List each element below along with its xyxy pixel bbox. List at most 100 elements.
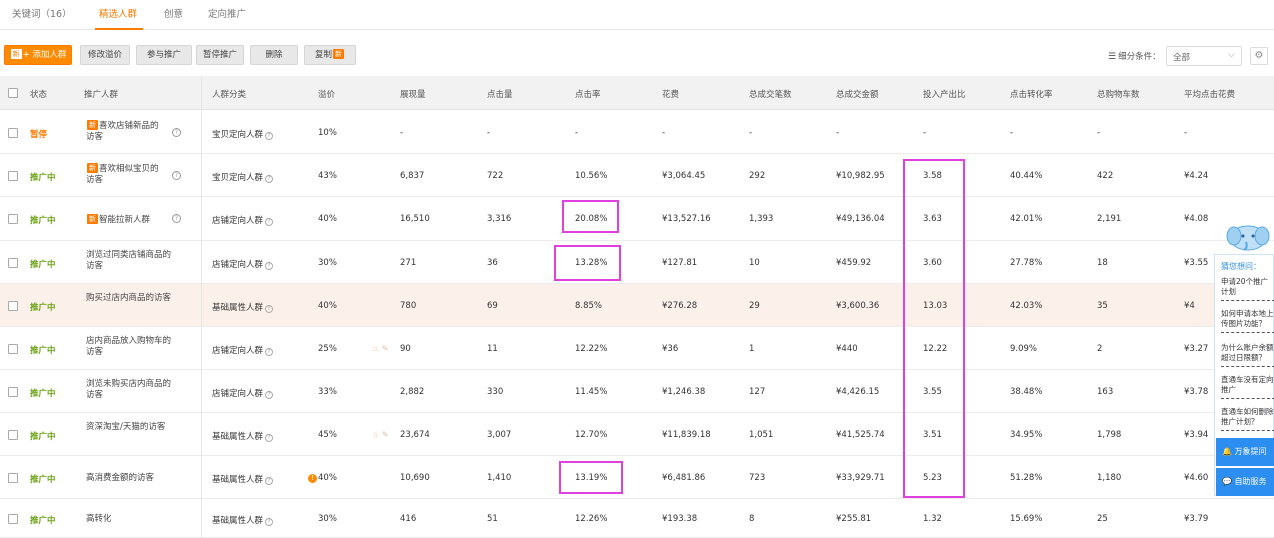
cell-premium[interactable]: 40% <box>318 214 337 224</box>
status-badge[interactable]: 推广中 <box>30 214 56 226</box>
table-row: 推广中新智能拉新人群? 店铺定向人群? 40% 16,510 3,316 20.08% ¥1… <box>0 197 1274 241</box>
cell-premium[interactable]: 33% <box>318 387 337 397</box>
settings-gear-icon[interactable]: ⚙ <box>1250 47 1268 65</box>
status-badge[interactable]: 推广中 <box>30 430 56 442</box>
cell-premium[interactable]: 40% <box>318 301 337 311</box>
col-impressions[interactable]: 展现量 <box>400 88 426 100</box>
cell-clicks: 36 <box>487 258 498 268</box>
info-icon[interactable]: ? <box>172 171 181 180</box>
row-checkbox[interactable] <box>8 301 18 311</box>
help-question[interactable]: 如何申请本地上传图片功能？ <box>1221 309 1274 333</box>
info-icon[interactable]: ? <box>172 128 181 137</box>
status-badge[interactable]: 推广中 <box>30 301 56 313</box>
cell-premium[interactable]: 30% <box>318 514 337 524</box>
cell-premium[interactable]: 45% <box>318 430 337 440</box>
crowd-category: 店铺定向人群? <box>212 214 274 226</box>
status-badge[interactable]: 推广中 <box>30 387 56 399</box>
crowd-name: 浏览过同类店铺商品的访客 <box>86 250 176 272</box>
help-icon[interactable]: ? <box>265 348 274 356</box>
col-gmv[interactable]: 总成交金额 <box>836 88 879 100</box>
row-checkbox[interactable] <box>8 214 18 224</box>
cell-impressions: 6,837 <box>400 171 425 181</box>
cell-premium[interactable]: 10% <box>318 128 337 138</box>
status-badge[interactable]: 推广中 <box>30 344 56 356</box>
self-service-button[interactable]: 💬 自助服务 <box>1216 468 1274 496</box>
cell-gmv: ¥33,929.71 <box>836 473 885 483</box>
help-icon[interactable]: ? <box>265 218 274 226</box>
info-icon[interactable]: ? <box>172 214 181 223</box>
table-row: 推广中新喜欢相似宝贝的访客? 宝贝定向人群? 43% 6,837 722 10.56% ¥3… <box>0 154 1274 197</box>
row-checkbox[interactable] <box>8 514 18 524</box>
help-icon[interactable]: ? <box>265 305 274 313</box>
col-cpc[interactable]: 平均点击花费 <box>1184 88 1235 100</box>
crowd-category-text: 店铺定向人群 <box>212 260 264 270</box>
tab-keywords[interactable]: 关键词（16） <box>12 6 72 20</box>
help-icon[interactable]: ? <box>265 132 274 140</box>
crowd-name-text: 购买过店内商品的访客 <box>86 293 172 303</box>
col-clicks[interactable]: 点击量 <box>487 88 513 100</box>
delete-button[interactable]: 删除 <box>250 45 298 65</box>
cell-premium[interactable]: 43% <box>318 171 337 181</box>
join-promotion-button[interactable]: 参与推广 <box>136 45 192 65</box>
col-ctr[interactable]: 点击率 <box>575 88 601 100</box>
edit-premium-icon[interactable]: ♨ ✎ <box>372 344 388 353</box>
col-cost[interactable]: 花费 <box>662 88 679 100</box>
status-badge[interactable]: 暂停 <box>30 128 47 140</box>
pause-promotion-button[interactable]: 暂停推广 <box>196 45 244 65</box>
help-icon[interactable]: ? <box>265 477 274 485</box>
cell-orders: 1,393 <box>749 214 774 224</box>
tab-creative[interactable]: 创意 <box>164 6 183 20</box>
modify-premium-button[interactable]: 修改溢价 <box>80 45 130 65</box>
copy-button[interactable]: 复制新 <box>304 45 356 65</box>
cell-cpc: ¥4.60 <box>1184 473 1209 483</box>
help-question[interactable]: 直通车没有定向推广 <box>1221 375 1274 399</box>
help-question[interactable]: 申请20个推广计划 <box>1221 277 1274 301</box>
tab-selected-crowds[interactable]: 精选人群 <box>99 6 137 20</box>
row-checkbox[interactable] <box>8 128 18 138</box>
select-all-checkbox[interactable] <box>8 88 18 98</box>
col-roi[interactable]: 投入产出比 <box>923 88 966 100</box>
add-crowd-button[interactable]: 新 + 添加人群 <box>4 45 72 65</box>
help-icon[interactable]: ? <box>265 434 274 442</box>
help-icon[interactable]: ? <box>265 518 274 526</box>
highlight-box-ctr-row9 <box>559 461 623 494</box>
cell-premium[interactable]: 25% <box>318 344 337 354</box>
row-checkbox[interactable] <box>8 387 18 397</box>
cell-gmv: ¥10,982.95 <box>836 171 885 181</box>
col-category: 人群分类 <box>212 90 247 100</box>
cell-clicks: 3,316 <box>487 214 512 224</box>
col-carts[interactable]: 总购物车数 <box>1097 88 1140 100</box>
help-question[interactable]: 为什么账户余额超过日限额？ <box>1221 343 1274 367</box>
row-checkbox[interactable] <box>8 430 18 440</box>
row-checkbox[interactable] <box>8 344 18 354</box>
help-icon[interactable]: ? <box>265 262 274 270</box>
help-question[interactable]: 直通车如何删除推广计划？ <box>1221 407 1274 431</box>
status-badge[interactable]: 推广中 <box>30 171 56 183</box>
status-badge[interactable]: 推广中 <box>30 473 56 485</box>
cell-premium[interactable]: 40% <box>318 473 337 483</box>
tab-targeted-promo[interactable]: 定向推广 <box>208 6 246 20</box>
cell-cpc: ¥4.24 <box>1184 171 1209 181</box>
filter-select[interactable]: 全部 ⌵ <box>1166 46 1242 66</box>
help-icon[interactable]: ? <box>265 175 274 183</box>
cell-orders: 8 <box>749 514 755 524</box>
cell-cost: ¥1,246.38 <box>662 387 706 397</box>
cell-gmv: ¥440 <box>836 344 858 354</box>
col-orders[interactable]: 总成交笔数 <box>749 88 792 100</box>
elephant-mascot-icon[interactable] <box>1222 214 1274 254</box>
cell-carts: 35 <box>1097 301 1108 311</box>
crowd-table: 状态 推广人群 人群分类 溢价 展现量 点击量 点击率 花费 总成交笔数 总成交… <box>0 76 1274 110</box>
ai-ask-button[interactable]: 🔔 万象提问 <box>1216 438 1274 466</box>
status-badge[interactable]: 推广中 <box>30 514 56 526</box>
help-icon[interactable]: ? <box>265 391 274 399</box>
warning-icon[interactable]: ! <box>308 474 317 483</box>
row-checkbox[interactable] <box>8 171 18 181</box>
row-checkbox[interactable] <box>8 258 18 268</box>
cell-premium[interactable]: 30% <box>318 258 337 268</box>
cell-cpc: ¥3.27 <box>1184 344 1209 354</box>
edit-premium-icon[interactable]: ♨ ✎ <box>372 430 388 439</box>
status-badge[interactable]: 推广中 <box>30 258 56 270</box>
col-cvr[interactable]: 点击转化率 <box>1010 88 1053 100</box>
cell-cvr: 15.69% <box>1010 514 1043 524</box>
row-checkbox[interactable] <box>8 473 18 483</box>
